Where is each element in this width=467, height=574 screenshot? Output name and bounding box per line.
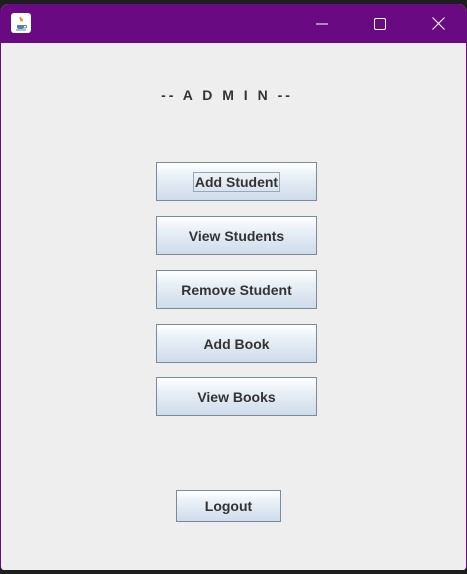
minimize-icon [316,23,328,24]
view-students-button[interactable]: View Students [156,216,317,255]
admin-panel: -- A D M I N -- Add Student View Student… [1,43,466,570]
view-books-button[interactable]: View Books [156,377,317,416]
title-bar[interactable] [1,4,466,43]
add-student-label: Add Student [192,171,281,192]
logout-button[interactable]: Logout [176,490,281,522]
java-app-icon [11,13,31,33]
logout-label: Logout [204,498,253,514]
remove-student-button[interactable]: Remove Student [156,270,317,309]
maximize-icon [374,17,386,30]
add-book-button[interactable]: Add Book [156,324,317,363]
maximize-button[interactable] [351,4,409,43]
remove-student-label: Remove Student [181,281,292,298]
close-button[interactable] [409,4,466,43]
add-student-button[interactable]: Add Student [156,162,317,201]
view-students-label: View Students [188,227,285,244]
close-icon [431,17,445,30]
admin-heading: -- A D M I N -- [161,87,293,103]
minimize-button[interactable] [293,4,351,43]
view-books-label: View Books [197,388,276,405]
admin-window: -- A D M I N -- Add Student View Student… [0,4,467,570]
add-book-label: Add Book [203,335,270,352]
